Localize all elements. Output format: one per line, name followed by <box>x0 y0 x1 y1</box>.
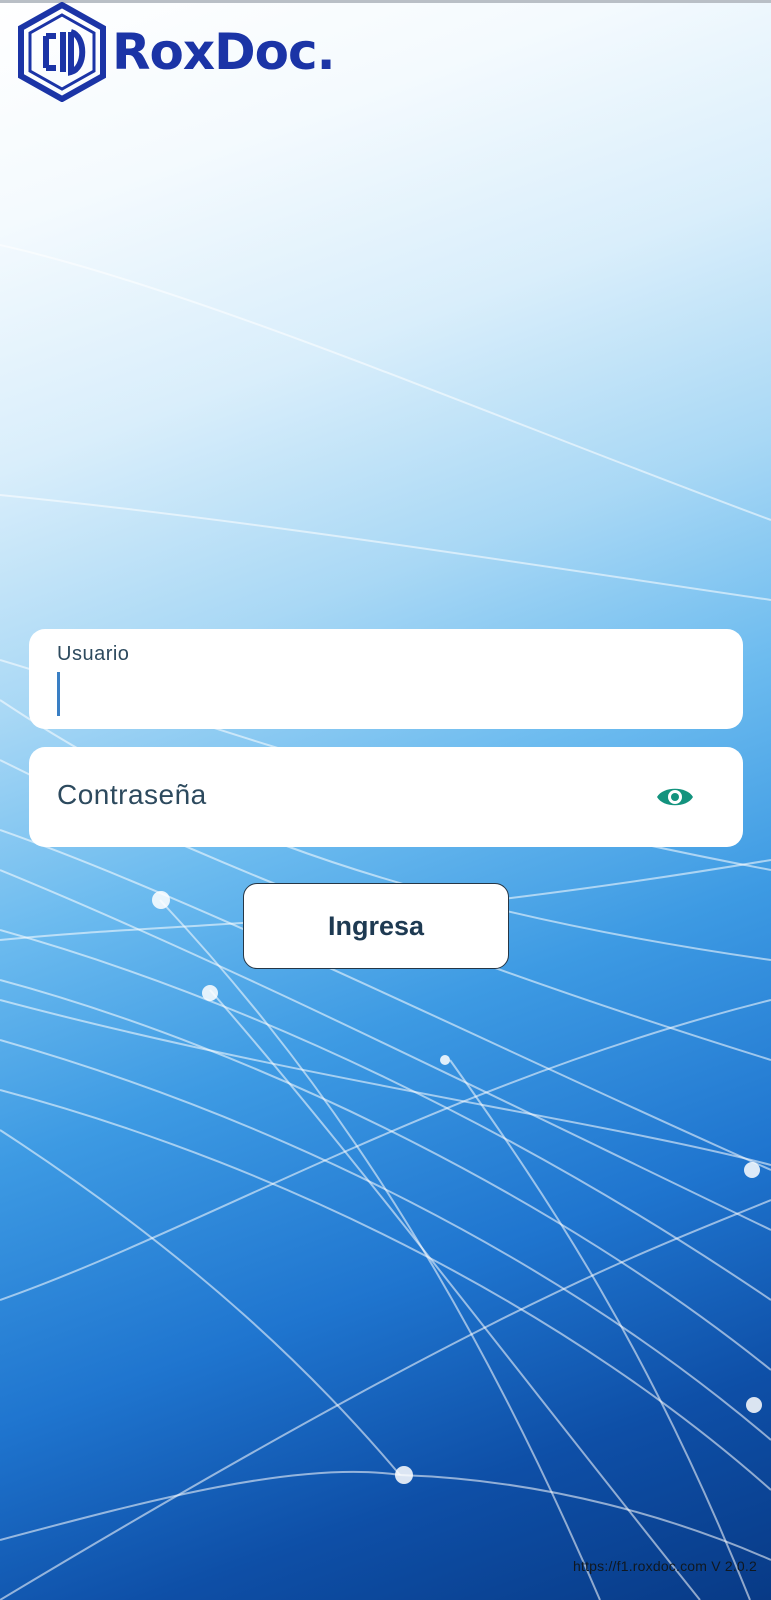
username-field[interactable]: Usuario <box>29 629 743 729</box>
logo-text: RoxDoc. <box>112 23 336 81</box>
login-screen: RoxDoc. Usuario Contraseña Ingresa https… <box>0 0 771 1600</box>
show-password-button[interactable] <box>653 777 697 817</box>
roxdoc-logo: RoxDoc. <box>16 2 336 102</box>
eye-icon <box>657 788 693 806</box>
password-placeholder: Contraseña <box>57 779 207 810</box>
logo-hexagon-icon <box>18 2 106 102</box>
password-field[interactable]: Contraseña <box>29 747 743 847</box>
username-label: Usuario <box>57 643 130 665</box>
login-button[interactable]: Ingresa <box>243 883 509 969</box>
version-text: https://f1.roxdoc.com V 2.0.2 <box>573 1558 757 1574</box>
text-cursor <box>57 672 60 716</box>
